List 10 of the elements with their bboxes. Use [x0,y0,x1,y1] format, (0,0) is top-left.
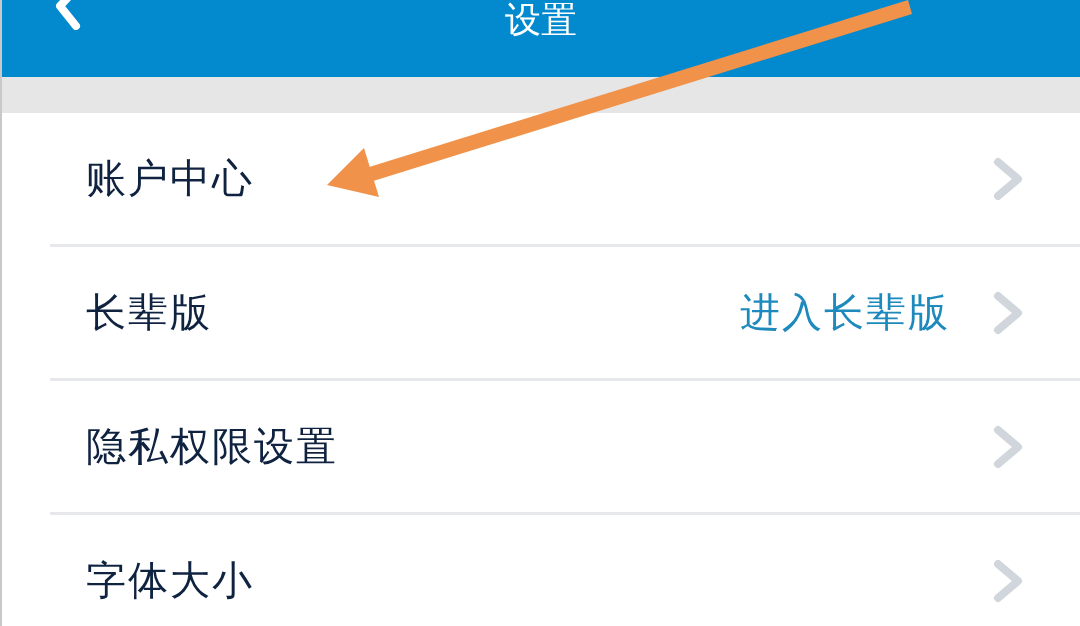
chevron-right-icon [992,424,1024,469]
settings-item-label[interactable]: 隐私权限设置 [86,419,338,474]
chevron-right-icon [992,558,1024,603]
settings-item-label[interactable]: 字体大小 [86,553,254,608]
page-title: 设置 [505,0,577,40]
settings-item-link[interactable]: 进入长辈版 [740,285,950,340]
settings-item-label[interactable]: 长辈版 [86,285,212,340]
chevron-right-icon [992,156,1024,201]
settings-item-label[interactable]: 账户中心 [86,151,254,206]
chevron-right-icon [992,290,1024,335]
